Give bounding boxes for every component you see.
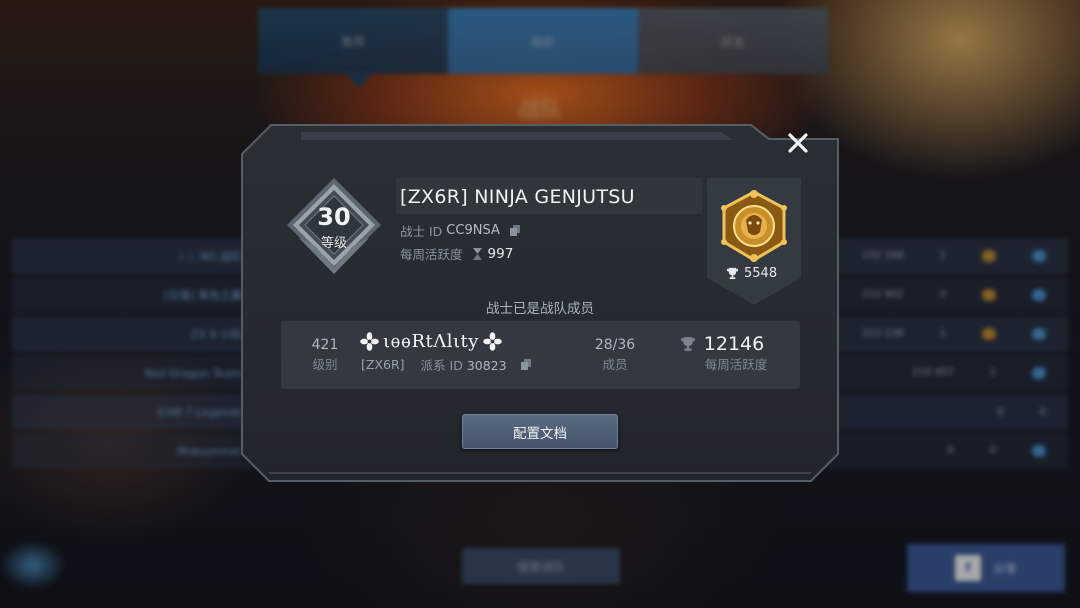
player-id-value: CC9NSA	[446, 223, 500, 238]
profile-button[interactable]: 配置文档	[462, 414, 618, 449]
team-sub-row: [ZX6R] 派系 ID 30823	[361, 355, 531, 374]
weekly-activity-label: 每周活跃度	[400, 247, 463, 262]
close-icon	[788, 133, 808, 153]
faction-id-value: 30823	[466, 358, 507, 373]
team-activity-value: 12146	[703, 333, 765, 355]
flower-icon	[483, 332, 502, 351]
lion-emblem-icon	[721, 190, 787, 262]
player-id-row: 战士 ID CC9NSA	[400, 221, 520, 240]
trophy-score-value: 5548	[744, 266, 778, 281]
team-members-label: 成员	[602, 357, 628, 372]
flower-icon	[360, 332, 379, 351]
copy-icon[interactable]	[509, 225, 520, 236]
player-id-label: 战士 ID	[400, 224, 443, 239]
team-name: ιѳѳRtΛlιty	[383, 331, 479, 352]
weekly-activity-row: 每周活跃度 997	[400, 244, 513, 263]
rank-number: 30	[317, 203, 351, 231]
team-members-value: 28/36	[594, 337, 636, 353]
faction-id-label: 派系 ID	[420, 358, 463, 373]
rank-label: 等级	[320, 236, 347, 251]
hourglass-icon	[472, 247, 482, 260]
weekly-activity-value: 997	[487, 245, 514, 262]
team-level-value: 421	[311, 337, 339, 353]
trophy-icon	[726, 267, 739, 280]
trophy-icon	[681, 337, 695, 351]
membership-status: 战士已是战队成员	[486, 301, 594, 317]
team-name-row: ιѳѳRtΛlιty	[360, 331, 502, 352]
team-tag: [ZX6R]	[361, 357, 405, 372]
player-name: [ZX6R] NINJA GENJUTSU	[396, 178, 702, 214]
team-level-label: 级别	[312, 357, 338, 372]
faction-id: 派系 ID 30823	[421, 355, 531, 374]
close-button[interactable]	[770, 124, 826, 162]
trophy-score: 5548	[726, 266, 796, 281]
team-activity-label: 每周活跃度	[704, 357, 768, 372]
copy-icon[interactable]	[520, 359, 531, 370]
